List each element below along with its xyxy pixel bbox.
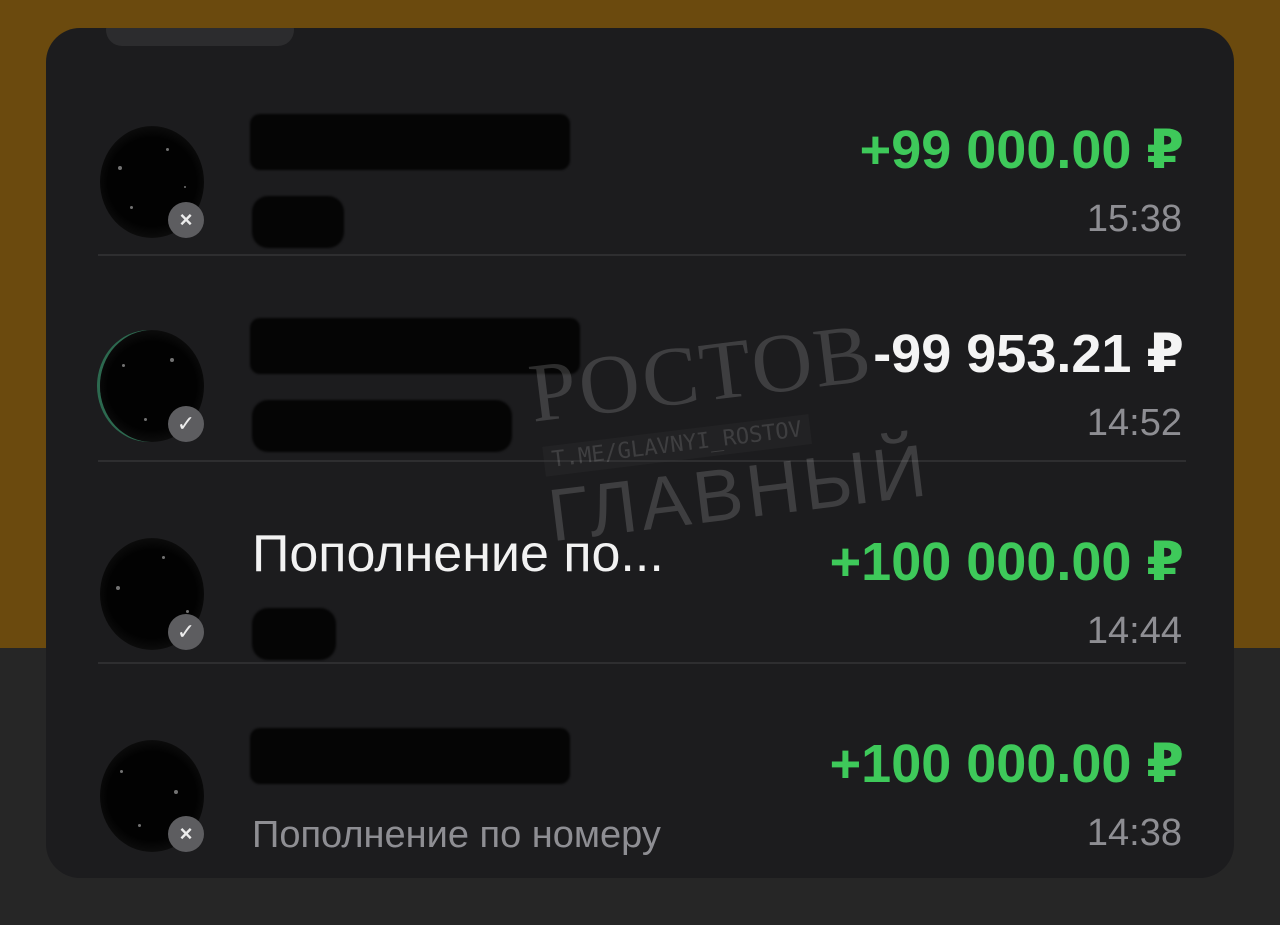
redacted-subtitle [252, 608, 336, 660]
transaction-time: 14:44 [1086, 610, 1182, 652]
redacted-name [250, 114, 570, 170]
transaction-row[interactable]: ✓ Пополнение по... +100 000.00 ₽ 14:44 [46, 498, 1234, 698]
transaction-row[interactable]: × Пополнение по номеру +100 000.00 ₽ 14:… [46, 700, 1234, 878]
redacted-name [250, 728, 570, 784]
transactions-card: × +99 000.00 ₽ 15:38 ✓ -99 953.21 ₽ 14:5… [46, 28, 1234, 878]
close-icon: × [168, 202, 204, 238]
transaction-row[interactable]: × +99 000.00 ₽ 15:38 [46, 86, 1234, 286]
row-divider [98, 460, 1186, 462]
check-icon: ✓ [168, 406, 204, 442]
close-icon: × [168, 816, 204, 852]
transaction-time: 14:52 [1086, 402, 1182, 444]
transaction-amount: +100 000.00 ₽ [829, 734, 1184, 794]
sheet-grabber[interactable] [106, 28, 294, 46]
transaction-amount: +99 000.00 ₽ [859, 120, 1184, 180]
row-divider [98, 662, 1186, 664]
check-icon: ✓ [168, 614, 204, 650]
redacted-name [250, 318, 580, 374]
transaction-time: 14:38 [1086, 812, 1182, 854]
transaction-amount: -99 953.21 ₽ [873, 324, 1184, 384]
transaction-subtitle: Пополнение по номеру [252, 814, 661, 856]
transaction-title: Пополнение по... [252, 525, 664, 583]
transaction-amount: +100 000.00 ₽ [829, 532, 1184, 592]
row-divider [98, 254, 1186, 256]
transaction-time: 15:38 [1086, 198, 1182, 240]
redacted-subtitle [252, 196, 344, 248]
redacted-subtitle [252, 400, 512, 452]
